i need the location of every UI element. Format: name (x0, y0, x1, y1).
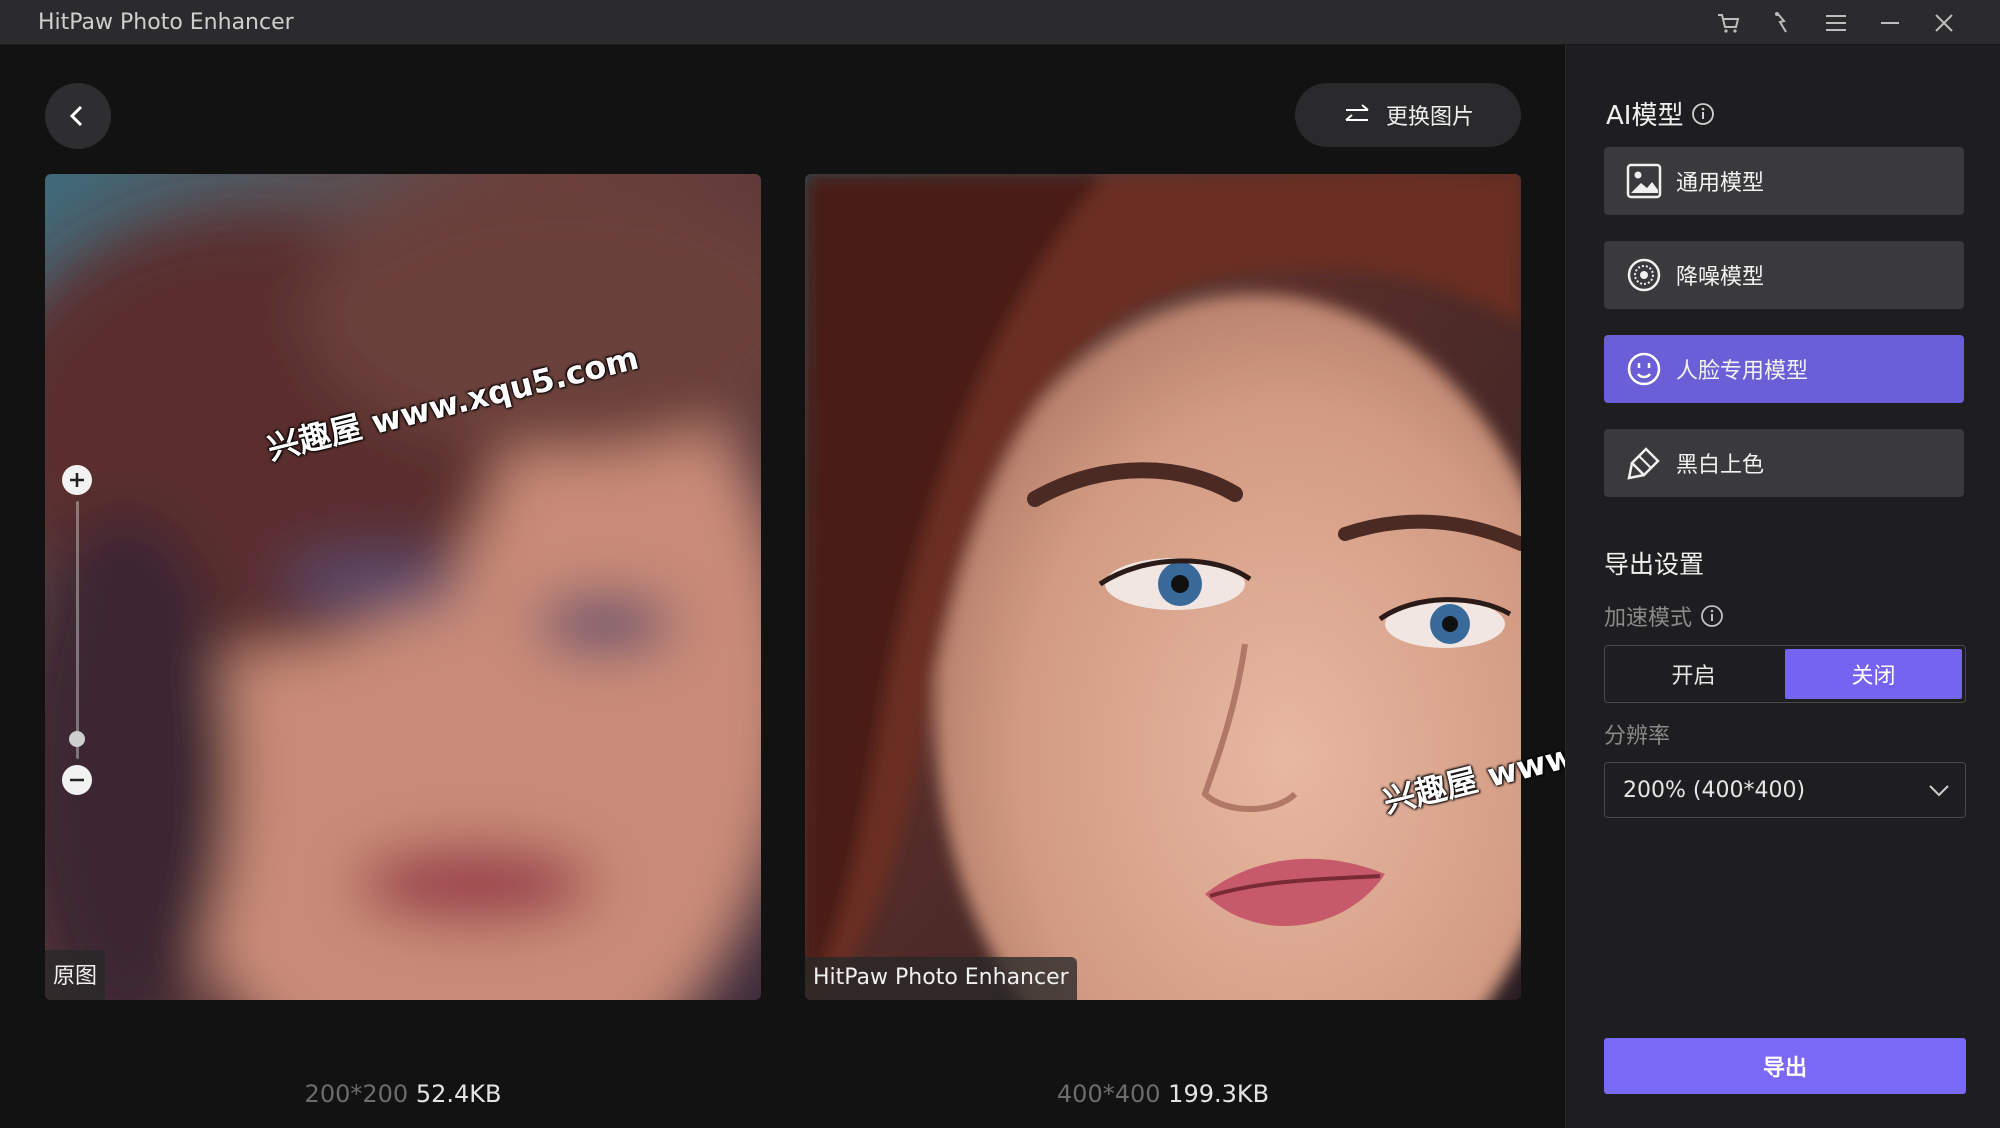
model-denoise-button[interactable]: 降噪模型 (1604, 241, 1964, 309)
colorize-icon (1627, 447, 1660, 480)
chevron-down-icon (1929, 785, 1949, 797)
zoom-out-button[interactable] (62, 765, 92, 795)
resolution-value: 200% (400*400) (1623, 777, 1806, 803)
ai-model-title: AI模型 (1606, 95, 1715, 132)
minimize-icon[interactable] (1870, 6, 1910, 40)
back-button[interactable] (45, 83, 111, 149)
original-info: 200*200 52.4KB (45, 1080, 761, 1108)
zoom-slider[interactable] (60, 465, 96, 795)
accel-mode-label: 加速模式 (1604, 600, 1724, 632)
enhanced-filesize: 199.3KB (1168, 1080, 1270, 1108)
model-denoise-label: 降噪模型 (1676, 265, 1765, 290)
model-general-label: 通用模型 (1676, 171, 1765, 196)
chevron-left-icon (69, 105, 83, 127)
export-button[interactable]: 导出 (1604, 1038, 1966, 1094)
info-icon[interactable] (1691, 102, 1715, 126)
zoom-track[interactable] (76, 501, 79, 759)
accel-on-option[interactable]: 开启 (1605, 646, 1782, 702)
settings-panel: AI模型 通用模型 降噪模型 人脸专用模型 黑白上色 导出设置 加速模式 开启 … (1565, 45, 2000, 1128)
replace-image-button[interactable]: 更换图片 (1295, 83, 1521, 147)
model-colorize-label: 黑白上色 (1676, 453, 1765, 478)
plus-icon (70, 473, 84, 487)
zoom-handle[interactable] (69, 731, 85, 747)
denoise-icon (1627, 258, 1661, 292)
close-icon[interactable] (1924, 6, 1964, 40)
replace-image-label: 更换图片 (1385, 105, 1474, 130)
zoom-in-button[interactable] (62, 465, 92, 495)
model-colorize-button[interactable]: 黑白上色 (1604, 429, 1964, 497)
app-title: HitPaw Photo Enhancer (38, 10, 294, 35)
cart-icon[interactable] (1708, 6, 1748, 40)
minus-icon (70, 778, 84, 782)
menu-icon[interactable] (1816, 6, 1856, 40)
export-settings-title: 导出设置 (1604, 550, 1705, 579)
resolution-label: 分辨率 (1604, 724, 1671, 749)
resolution-select[interactable]: 200% (400*400) (1604, 762, 1966, 818)
enhanced-info: 400*400 199.3KB (805, 1080, 1521, 1108)
original-dimensions: 200*200 (304, 1080, 409, 1108)
enhanced-dimensions: 400*400 (1056, 1080, 1161, 1108)
model-face-button[interactable]: 人脸专用模型 (1604, 335, 1964, 403)
title-bar: HitPaw Photo Enhancer (0, 0, 2000, 45)
model-general-button[interactable]: 通用模型 (1604, 147, 1964, 215)
enhanced-photo: HitPaw Photo Enhancer (805, 174, 1521, 1000)
swap-icon (1345, 104, 1369, 121)
info-icon[interactable] (1700, 604, 1724, 628)
enhanced-label: HitPaw Photo Enhancer (805, 957, 1077, 1000)
accel-mode-toggle[interactable]: 开启 关闭 (1604, 645, 1966, 703)
original-label: 原图 (45, 950, 106, 1000)
original-photo: 原图 (45, 174, 761, 1000)
face-icon (1627, 352, 1661, 386)
original-filesize: 52.4KB (415, 1080, 502, 1108)
model-face-label: 人脸专用模型 (1676, 359, 1809, 384)
bulb-icon[interactable] (1762, 6, 1802, 40)
image-icon (1626, 163, 1662, 199)
preview-area: 更换图片 原图 HitPaw Photo Enhancer 200*200 52… (0, 45, 1565, 1128)
accel-off-option[interactable]: 关闭 (1785, 649, 1962, 699)
